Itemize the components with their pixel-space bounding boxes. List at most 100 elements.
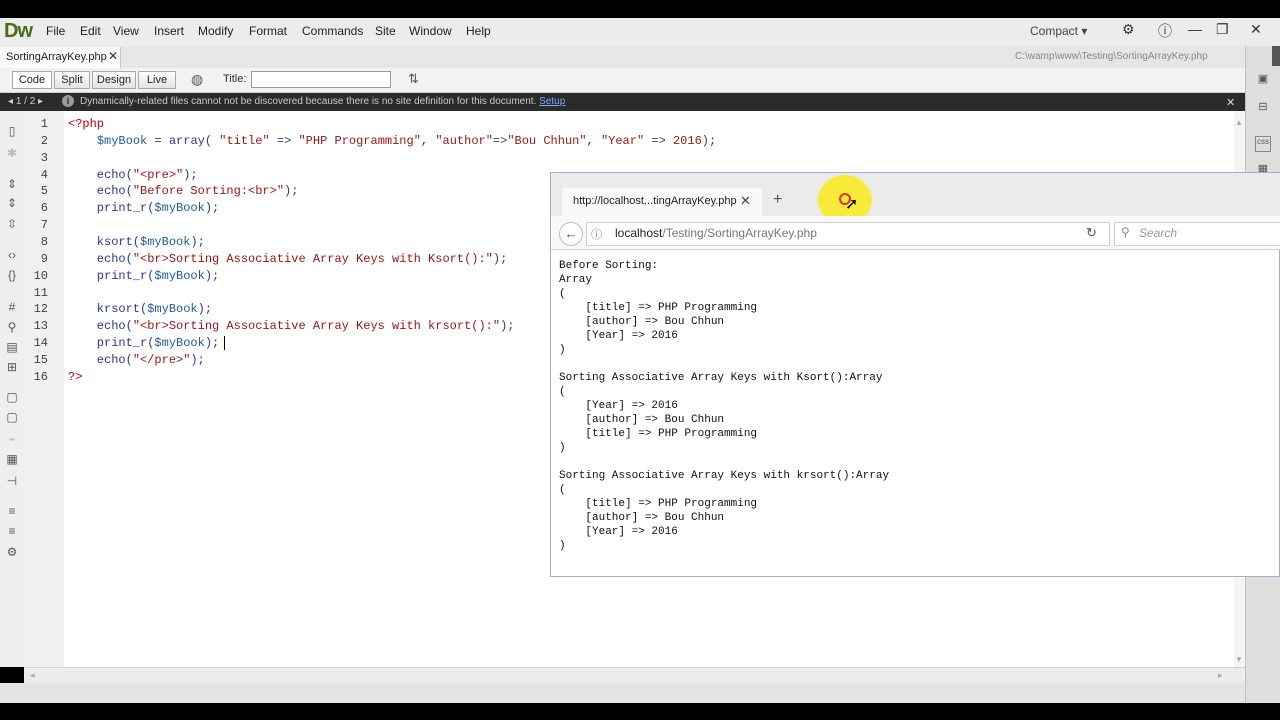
site-info-icon[interactable]: ⓘ [591, 226, 602, 242]
code-token: "title" [219, 133, 270, 148]
code-line[interactable]: print_r($myBook); [68, 336, 219, 350]
menu-item-edit[interactable]: Edit [80, 24, 101, 38]
restore-icon[interactable]: ❐ [1216, 21, 1229, 38]
workspace-switcher[interactable]: Compact ▾ [1030, 24, 1087, 38]
menu-item-help[interactable]: Help [466, 24, 491, 38]
code-line[interactable]: $myBook = array( "title" => "PHP Program… [68, 134, 716, 148]
code-view-button[interactable]: Code [12, 71, 52, 89]
word-wrap-icon[interactable]: ⊞ [5, 360, 19, 374]
line-number: 9 [40, 251, 48, 266]
dreamweaver-logo: Dw [4, 20, 33, 42]
syntax-coloring-icon[interactable]: ▤ [5, 340, 19, 354]
show-code-navigator-icon[interactable]: ✱ [5, 146, 19, 160]
menu-item-window[interactable]: Window [409, 24, 452, 38]
indent-code-icon[interactable]: ≡ [5, 504, 19, 518]
menu-item-site[interactable]: Site [375, 24, 396, 38]
scroll-down-icon[interactable]: ▼ [1235, 655, 1243, 664]
menu-item-view[interactable]: View [113, 24, 139, 38]
code-token: echo( [68, 167, 133, 182]
live-view-button[interactable]: Live [138, 71, 176, 89]
plus-icon[interactable]: + [773, 191, 782, 209]
code-line[interactable]: ?> [68, 370, 82, 384]
code-token: "Bou Chhun" [507, 133, 587, 148]
balance-braces-icon[interactable]: {} [5, 268, 19, 282]
code-token: $myBook [154, 201, 205, 216]
url-path: /Testing/SortingArrayKey.php [662, 226, 817, 240]
code-token: = array( [147, 133, 220, 148]
sync-icon[interactable]: ⚙ [1122, 21, 1135, 38]
minimize-icon[interactable]: — [1188, 21, 1202, 37]
code-line[interactable]: print_r($myBook); [68, 201, 219, 215]
line-number: 6 [40, 201, 48, 216]
code-token: ); [190, 234, 205, 249]
help-icon[interactable]: ⓘ [1158, 21, 1172, 41]
expand-all-icon[interactable]: ⇳ [5, 217, 19, 231]
insert-panel-icon[interactable]: ▣ [1255, 72, 1271, 86]
code-line[interactable]: <?php [68, 117, 104, 131]
code-token: ); [197, 302, 213, 317]
line-numbers-icon[interactable]: # [5, 300, 19, 314]
recent-snippets-icon[interactable]: ▦ [5, 452, 19, 466]
file-management-icon[interactable]: ⇅ [408, 71, 419, 87]
menu-item-format[interactable]: Format [249, 24, 287, 38]
scroll-right-icon[interactable]: ▸ [1218, 670, 1223, 681]
collapse-tag-icon[interactable]: ⇕ [5, 177, 19, 191]
globe-icon[interactable]: ◍ [191, 71, 203, 88]
css-designer-icon[interactable]: css [1255, 136, 1271, 152]
menu-item-modify[interactable]: Modify [198, 24, 233, 38]
horizontal-scrollbar[interactable] [24, 667, 1245, 684]
line-number: 3 [40, 150, 48, 165]
menu-item-insert[interactable]: Insert [154, 24, 184, 38]
split-view-button[interactable]: Split [54, 71, 90, 89]
apply-comment-icon[interactable]: ▢ [5, 390, 19, 404]
code-line[interactable]: print_r($myBook); [68, 269, 219, 283]
title-input[interactable] [251, 71, 391, 88]
panel-collapse-handle[interactable] [1272, 46, 1280, 66]
info-bar-page: 1 / 2 [15, 96, 36, 107]
code-line[interactable]: echo("Before Sorting:<br>"); [68, 184, 299, 199]
menu-item-commands[interactable]: Commands [302, 24, 363, 38]
code-token: $myBook [147, 302, 198, 317]
code-token: "PHP Programming" [298, 133, 421, 148]
move-css-icon[interactable]: ⊣ [5, 474, 19, 488]
files-panel-icon[interactable]: ⊟ [1255, 100, 1271, 114]
code-line[interactable]: ksort($myBook); [68, 235, 205, 249]
document-tab-label[interactable]: SortingArrayKey.php [6, 51, 107, 63]
info-bar-pager[interactable]: ◂ 1 / 2 ▸ [8, 96, 43, 107]
code-token: ); [284, 184, 299, 199]
collapse-selection-icon[interactable]: ⇕ [5, 196, 19, 210]
close-icon[interactable]: ✕ [1226, 96, 1235, 109]
highlight-invalid-code-icon[interactable]: ⚲ [5, 320, 19, 334]
close-icon[interactable]: ✕ [108, 49, 118, 63]
mouse-pointer-icon: ➚ [845, 196, 859, 213]
info-message-text: Dynamically-related files cannot not be … [80, 96, 537, 107]
outdent-code-icon[interactable]: ≡ [5, 524, 19, 538]
code-token: => [644, 133, 673, 148]
design-view-button[interactable]: Design [92, 71, 136, 89]
code-line[interactable]: krsort($myBook); [68, 302, 212, 316]
code-token: echo( [68, 184, 133, 199]
search-placeholder: Search [1139, 226, 1178, 240]
format-source-icon[interactable]: ⚙ [5, 545, 19, 559]
scroll-left-icon[interactable]: ◂ [30, 670, 35, 681]
scroll-up-icon[interactable]: ▲ [1235, 118, 1243, 127]
select-parent-tag-icon[interactable]: ‹› [5, 248, 19, 262]
close-icon[interactable]: ✕ [740, 193, 751, 209]
back-arrow-icon[interactable]: ← [559, 222, 583, 246]
browser-tab-label[interactable]: http://localhost...tingArrayKey.php [573, 195, 737, 207]
code-line[interactable]: echo("<br>Sorting Associative Array Keys… [68, 252, 507, 266]
url-text[interactable]: localhost/Testing/SortingArrayKey.php [615, 226, 817, 240]
code-line[interactable]: echo("<pre>"); [68, 168, 198, 182]
code-token: ); [500, 319, 515, 334]
remove-comment-icon[interactable]: ▢ [5, 410, 19, 424]
code-token: "<br>Sorting Associative Array Keys with… [132, 319, 501, 334]
code-line[interactable]: echo("</pre>"); [68, 353, 205, 367]
menu-item-file[interactable]: File [46, 24, 65, 38]
reload-icon[interactable]: ↻ [1086, 225, 1097, 241]
code-token: ); [204, 268, 220, 283]
close-window-icon[interactable]: ✕ [1250, 21, 1262, 38]
open-documents-icon[interactable]: ▯ [5, 124, 19, 138]
code-line[interactable]: echo("<br>Sorting Associative Array Keys… [68, 319, 515, 334]
setup-link[interactable]: Setup [539, 96, 565, 107]
wrap-tag-icon[interactable]: ⌁ [5, 432, 19, 446]
